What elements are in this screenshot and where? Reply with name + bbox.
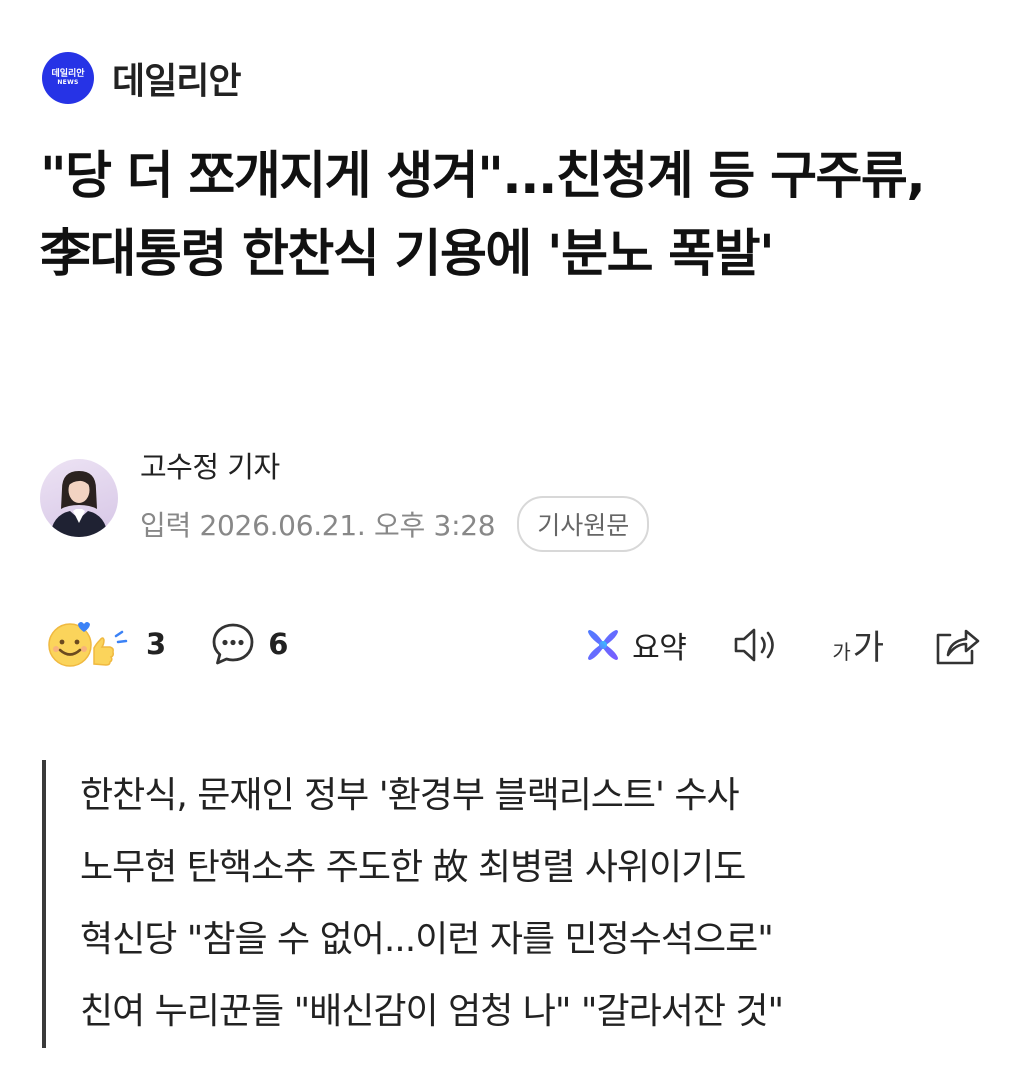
reporter-name[interactable]: 고수정 기자: [140, 444, 649, 486]
comment-count: 6: [268, 627, 289, 661]
highlighted-line: 노무현 탄핵소추 주도한 故 최병렬 사위이기도: [80, 832, 746, 904]
publisher-header[interactable]: 데일리안 NEWS 데일리안: [42, 52, 241, 104]
publisher-logo-subtext: NEWS: [57, 78, 79, 86]
publish-date: 입력 2026.06.21. 오후 3:28: [140, 509, 496, 542]
summary-line-1-rest: , 문재인 정부 '환경부 블랙리스트' 수사: [176, 775, 739, 816]
byline: 고수정 기자 입력 2026.06.21. 오후 3:28 기사원문: [40, 444, 650, 552]
article-headline: "당 더 쪼개지게 생겨"...친청계 등 구주류, 李대통령 한찬식 기용에 …: [40, 147, 926, 284]
original-article-button[interactable]: 기사원문: [517, 496, 650, 552]
reporter-avatar[interactable]: [40, 459, 118, 537]
share-button[interactable]: [932, 623, 980, 667]
summary-line-2: 노무현 탄핵소추 주도한 故 최병렬 사위이기도: [80, 832, 1010, 904]
listen-button[interactable]: [732, 625, 782, 665]
reaction-count: 3: [146, 627, 167, 661]
summary-line-3: 혁신당 "참을 수 없어...이런 자를 민정수석으로": [80, 919, 774, 960]
font-size-button[interactable]: 가 가: [832, 620, 884, 669]
summary-line-1: 한찬식, 문재인 정부 '환경부 블랙리스트' 수사: [80, 760, 1010, 832]
comment-button[interactable]: 6: [210, 621, 288, 667]
reporter-photo-icon: [50, 471, 108, 537]
ai-summary-icon: [588, 629, 619, 660]
reaction-button[interactable]: 3: [46, 618, 166, 670]
reaction-bar: 3 6: [46, 618, 288, 670]
summary-button[interactable]: 요약: [584, 623, 687, 667]
font-size-small-glyph: 가: [832, 640, 851, 664]
article-tools: 요약 가 가: [584, 620, 980, 669]
share-icon: [936, 629, 980, 664]
publisher-logo[interactable]: 데일리안 NEWS: [42, 52, 94, 104]
publisher-name[interactable]: 데일리안: [112, 52, 241, 104]
comment-bubble-icon: [212, 623, 254, 665]
highlighted-name: 한찬식: [80, 760, 177, 832]
article-summary: 한찬식, 문재인 정부 '환경부 블랙리스트' 수사 노무현 탄핵소추 주도한 …: [42, 760, 1010, 1048]
smile-thumbsup-emoji-icon: [48, 622, 128, 667]
speaker-icon: [735, 628, 775, 661]
font-size-big-glyph: 가: [852, 628, 884, 668]
summary-line-4: 친여 누리꾼들 "배신감이 엄청 나" "갈라서잔 것": [80, 991, 784, 1032]
summary-label: 요약: [632, 630, 687, 666]
